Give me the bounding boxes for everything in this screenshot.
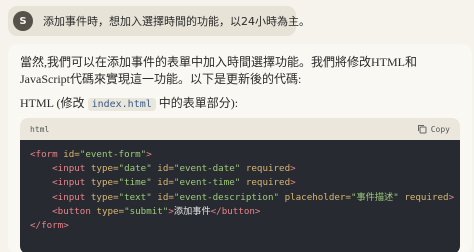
code-token: "date" [118, 163, 152, 175]
code-token: "event-time" [173, 177, 241, 189]
code-line: <input type="time" id="event-time" requi… [30, 176, 450, 190]
code-header: html Copy [20, 118, 460, 140]
code-token: > [448, 191, 455, 203]
code-token: </form> [30, 220, 69, 232]
code-language-label: html [30, 124, 50, 134]
code-token: id= [157, 163, 174, 175]
code-token: "text" [118, 191, 152, 203]
code-line: <button type="submit">添加事件</button> [30, 205, 450, 219]
code-token: id= [157, 177, 174, 189]
code-token: <input [52, 191, 91, 203]
code-token: id= [63, 149, 80, 160]
subhead-suffix: 中的表單部分): [155, 96, 239, 110]
code-token: > [290, 163, 296, 175]
inline-code-filename: index.html [87, 98, 156, 111]
code-token: <input [52, 177, 91, 189]
code-token: "time" [118, 177, 152, 189]
code-token: type= [90, 177, 119, 189]
subhead-prefix: HTML (修改 [20, 96, 88, 110]
code-token: "事件描述" [350, 191, 399, 203]
code-token: "event-description" [173, 191, 280, 203]
code-token: 添加事件 [173, 205, 211, 217]
code-token: </button> [210, 205, 261, 217]
code-token: > [146, 149, 152, 160]
code-line: </form> [30, 219, 450, 233]
code-token: > [290, 177, 296, 189]
user-avatar: S [13, 11, 33, 31]
code-token: type= [90, 163, 119, 175]
code-content: <form id="event-form"> <input type="date… [20, 140, 460, 252]
code-token: required [245, 163, 291, 175]
copy-button[interactable]: Copy [417, 124, 450, 134]
code-token: type= [96, 205, 125, 217]
assistant-paragraph: 當然,我們可以在添加事件的表單中加入時間選擇功能。我們將修改HTML和JavaS… [20, 55, 417, 86]
code-block: html Copy <form id="event-form"> <input … [20, 118, 460, 252]
code-token: "submit" [124, 205, 169, 217]
code-token: <input [52, 163, 91, 175]
code-line: <input type="date" id="event-date" requi… [30, 162, 450, 176]
code-token: <button [52, 205, 97, 217]
user-message-text: 添加事件時，想加入選擇時間的功能，以24小時為主。 [43, 15, 310, 28]
code-token: required [245, 177, 291, 189]
code-token: <form [30, 149, 64, 160]
code-token: "event-date" [173, 163, 241, 175]
code-line: <input type="text" id="event-description… [30, 191, 454, 205]
code-line: <form id="event-form"> [30, 148, 450, 162]
copy-icon [417, 125, 427, 134]
code-token: required [404, 191, 449, 203]
code-token: placeholder= [284, 191, 351, 203]
code-token: type= [90, 191, 119, 203]
user-message: S 添加事件時，想加入選擇時間的功能，以24小時為主。 [8, 6, 310, 36]
copy-label: Copy [430, 124, 450, 134]
code-token: id= [157, 191, 174, 203]
assistant-message: 當然,我們可以在添加事件的表單中加入時間選擇功能。我們將修改HTML和JavaS… [8, 44, 472, 252]
code-token: "event-form" [79, 149, 147, 160]
code-subheading: HTML (修改 index.html 中的表單部分): [20, 94, 238, 111]
